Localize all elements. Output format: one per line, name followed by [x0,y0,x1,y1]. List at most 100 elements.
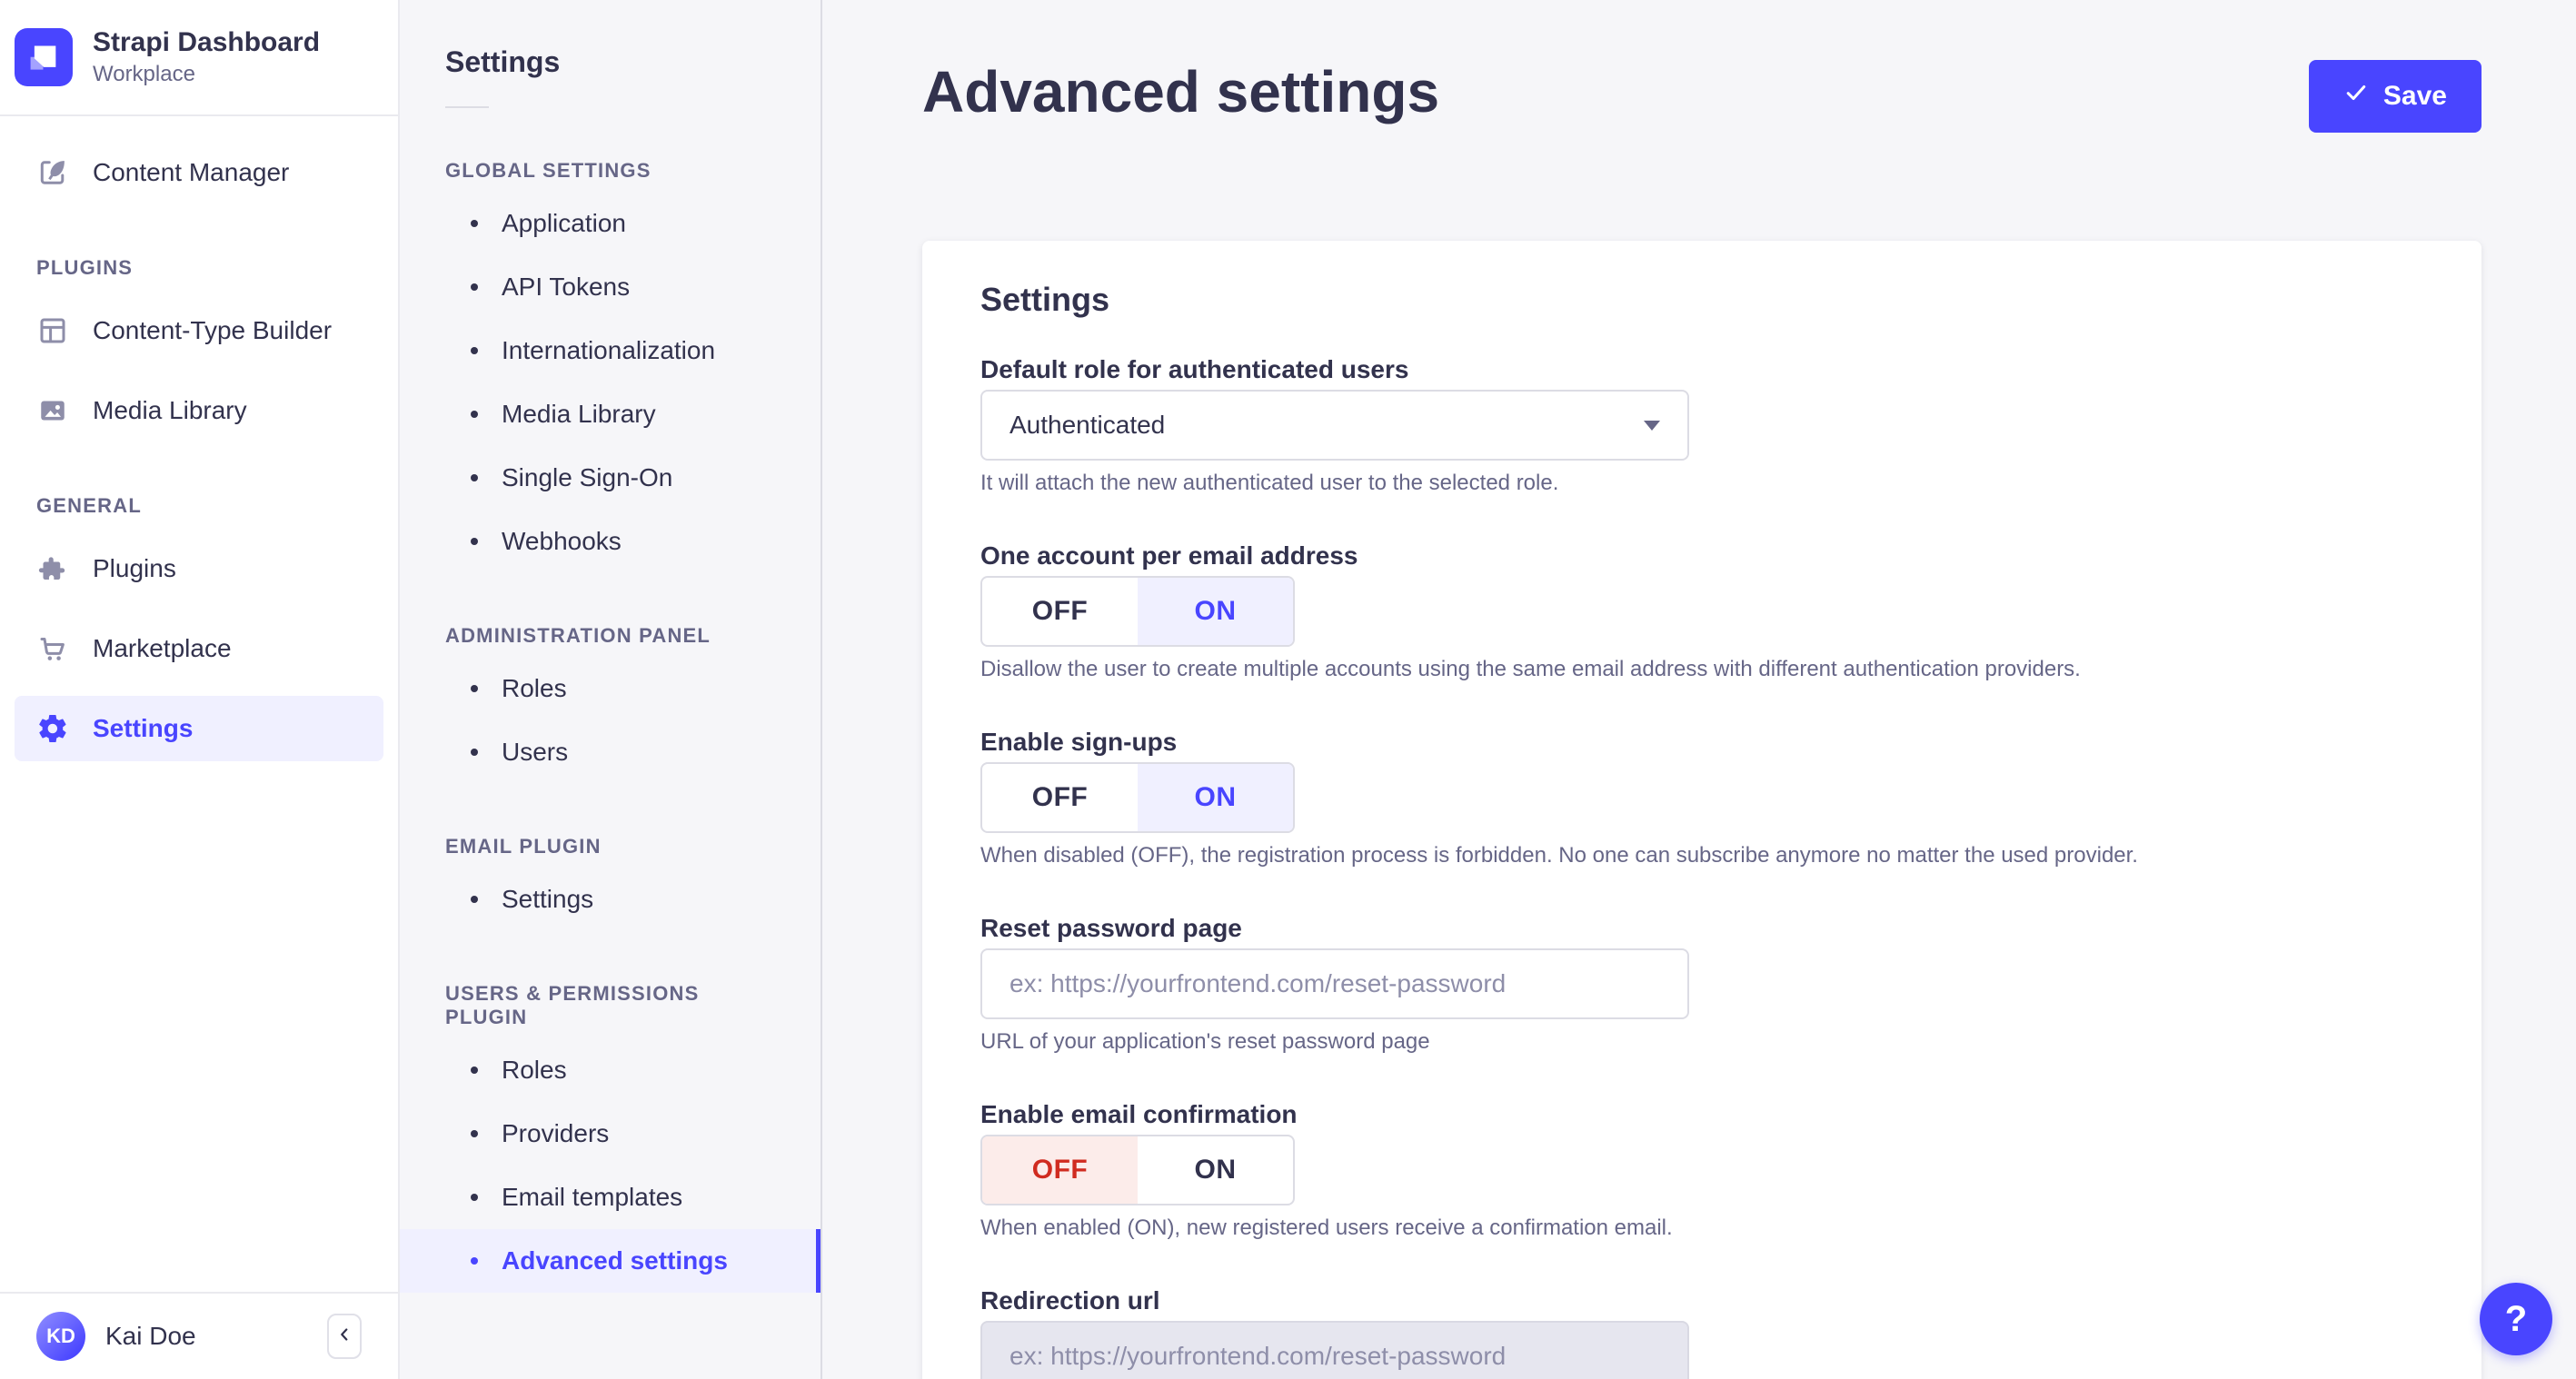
sidebar-item-label: Marketplace [93,633,232,662]
bullet-icon [471,411,478,418]
subnav-item-label: Internationalization [502,336,716,364]
bullet-icon [471,283,478,291]
subnav-item-label: Roles [502,674,567,702]
bullet-icon [471,685,478,692]
bullet-icon [471,1130,478,1137]
field-label: Default role for authenticated users [980,355,1409,383]
page-header: Advanced settings Save [822,0,2576,133]
enable-signups-toggle-off[interactable]: OFF [982,764,1138,831]
subnav-section-administration-panel: ADMINISTRATION PANEL Roles Users [400,624,821,784]
sidebar-item-media-library[interactable]: Media Library [15,378,383,443]
field-hint: When disabled (OFF), the registration pr… [980,843,2138,868]
reset-password-input[interactable] [980,948,1689,1019]
sidebar-item-marketplace[interactable]: Marketplace [15,616,383,681]
media-library-icon [36,394,69,427]
bullet-icon [471,749,478,756]
subnav-item-media-library[interactable]: Media Library [400,382,821,446]
subnav-item-providers[interactable]: Providers [400,1102,821,1166]
subnav-item-webhooks[interactable]: Webhooks [400,510,821,573]
email-confirmation-toggle: OFF ON [980,1135,1295,1205]
field-hint: When enabled (ON), new registered users … [980,1215,1673,1240]
bullet-icon [471,1066,478,1074]
sidebar-item-settings[interactable]: Settings [15,695,383,761]
bullet-icon [471,347,478,354]
workspace-label: Workplace [93,61,195,86]
subnav-section-label: EMAIL PLUGIN [445,835,602,858]
sidebar-item-label: Plugins [93,553,176,582]
collapse-sidebar-button[interactable] [327,1314,362,1359]
subnav-item-application[interactable]: Application [400,192,821,255]
subnav-item-up-roles[interactable]: Roles [400,1038,821,1102]
field-label: Redirection url [980,1286,1160,1315]
enable-signups-toggle-on[interactable]: ON [1138,764,1293,831]
sidebar-item-content-type-builder[interactable]: Content-Type Builder [15,298,383,363]
gear-icon [36,712,69,745]
redirection-url-input [980,1321,1689,1379]
field-hint: URL of your application's reset password… [980,1029,1430,1054]
subnav-item-label: Providers [502,1119,610,1147]
sidebar-item-label: Media Library [93,395,247,424]
subnav-item-internationalization[interactable]: Internationalization [400,319,821,382]
chevron-left-icon [334,1324,354,1349]
one-account-toggle-on[interactable]: ON [1138,578,1293,645]
shopping-cart-icon [36,632,69,665]
save-button[interactable]: Save [2308,60,2482,133]
subnav-item-admin-users[interactable]: Users [400,720,821,784]
field-email-confirmation: Enable email confirmation OFF ON When en… [980,1100,2423,1239]
subnav-item-label: Media Library [502,400,656,428]
subnav-item-single-sign-on[interactable]: Single Sign-On [400,446,821,510]
main-content: Advanced settings Save Settings Default … [822,0,2576,1379]
field-label: Enable sign-ups [980,728,1178,756]
sidebar-item-label: Content Manager [93,157,290,186]
help-button[interactable]: ? [2480,1283,2552,1355]
main-sidebar: Strapi Dashboard Workplace Content Manag… [0,0,400,1379]
sidebar-item-content-manager[interactable]: Content Manager [15,140,383,205]
one-account-toggle: OFF ON [980,576,1295,647]
subnav-item-label: Email templates [502,1183,683,1211]
field-enable-signups: Enable sign-ups OFF ON When disabled (OF… [980,728,2423,867]
one-account-toggle-off[interactable]: OFF [982,578,1138,645]
bullet-icon [471,1194,478,1201]
default-role-select[interactable]: Authenticated [980,390,1689,461]
subnav-item-label: Users [502,738,569,766]
page-title: Advanced settings [922,59,1440,124]
field-default-role: Default role for authenticated users Aut… [980,355,2423,494]
sidebar-item-label: Settings [93,713,194,742]
subnav-title: Settings [445,45,561,78]
default-role-value: Authenticated [1010,411,1166,439]
bullet-icon [471,538,478,545]
bullet-icon [471,896,478,903]
avatar[interactable]: KD [36,1312,85,1361]
brand-block[interactable]: Strapi Dashboard Workplace [0,0,398,116]
field-one-account: One account per email address OFF ON Dis… [980,541,2423,680]
sidebar-nav: Content Manager PLUGINS Content-Type Bui… [0,116,398,1293]
divider [445,106,489,108]
email-confirmation-toggle-on[interactable]: ON [1138,1136,1293,1204]
sidebar-item-plugins[interactable]: Plugins [15,536,383,601]
brand-text: Strapi Dashboard Workplace [93,27,320,87]
subnav-section-label: ADMINISTRATION PANEL [445,624,711,647]
subnav-item-api-tokens[interactable]: API Tokens [400,255,821,319]
bullet-icon [471,1257,478,1265]
subnav-item-email-settings[interactable]: Settings [400,868,821,931]
subnav-item-advanced-settings[interactable]: Advanced settings [400,1229,821,1293]
sidebar-footer: KD Kai Doe [0,1292,398,1379]
strapi-logo-icon [15,27,73,86]
subnav-item-admin-roles[interactable]: Roles [400,657,821,720]
sidebar-item-label: Content-Type Builder [93,315,333,344]
user-name: Kai Doe [105,1322,196,1350]
subnav-item-email-templates[interactable]: Email templates [400,1166,821,1229]
sidebar-section-general: GENERAL [36,493,142,517]
content-type-builder-icon [36,314,69,347]
subnav-section-label: USERS & PERMISSIONS PLUGIN [445,982,700,1028]
enable-signups-toggle: OFF ON [980,762,1295,833]
subnav-item-label: API Tokens [502,273,631,301]
subnav-item-label: Single Sign-On [502,463,673,491]
email-confirmation-toggle-off[interactable]: OFF [982,1136,1138,1204]
bullet-icon [471,474,478,481]
content-manager-icon [36,156,69,189]
field-label: One account per email address [980,541,1358,570]
subnav-item-label: Webhooks [502,527,622,555]
subnav-item-label: Settings [502,885,594,913]
puzzle-icon [36,552,69,585]
